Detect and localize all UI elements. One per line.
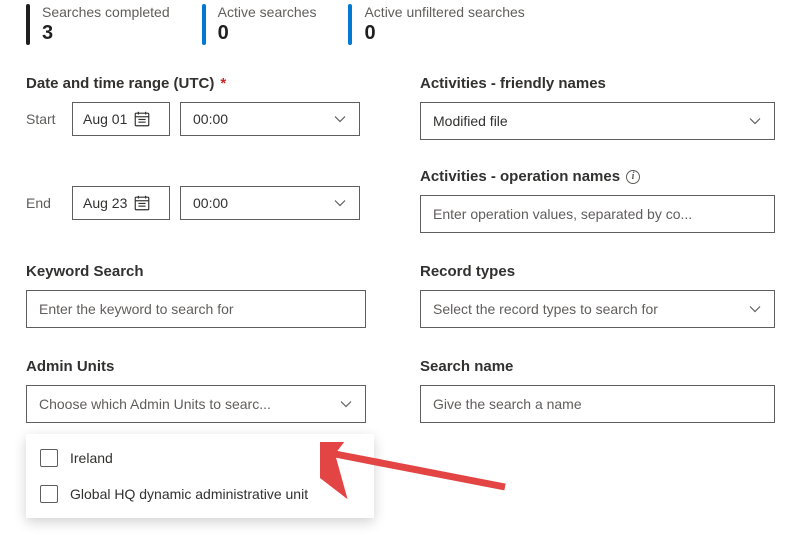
date-range-section: Date and time range (UTC) * Start Aug 01 (26, 75, 378, 233)
keyword-input[interactable] (26, 290, 366, 328)
stat-value: 0 (218, 22, 317, 45)
admin-units-placeholder: Choose which Admin Units to searc... (39, 396, 271, 412)
admin-units-select[interactable]: Choose which Admin Units to searc... (26, 385, 366, 423)
keyword-heading: Keyword Search (26, 263, 378, 280)
start-label: Start (26, 111, 62, 127)
stat-bar (202, 4, 206, 45)
end-label: End (26, 195, 62, 211)
stat-label: Active searches (218, 4, 317, 20)
info-icon[interactable]: i (626, 170, 640, 184)
end-date-picker[interactable]: Aug 23 (72, 186, 170, 220)
activities-friendly-section: Activities - friendly names Modified fil… (420, 75, 775, 140)
stat-label: Active unfiltered searches (364, 4, 524, 20)
search-name-input[interactable] (420, 385, 775, 423)
admin-units-heading: Admin Units (26, 358, 378, 375)
activities-operation-heading: Activities - operation names i (420, 168, 775, 185)
chevron-down-icon (333, 112, 347, 126)
record-types-select[interactable]: Select the record types to search for (420, 290, 775, 328)
search-name-section: Search name (420, 358, 775, 423)
chevron-down-icon (748, 114, 762, 128)
record-types-section: Record types Select the record types to … (420, 263, 775, 328)
calendar-icon (133, 194, 151, 212)
activities-operation-input[interactable] (420, 195, 775, 233)
date-range-heading: Date and time range (UTC) * (26, 75, 378, 92)
start-time-value: 00:00 (193, 111, 228, 127)
chevron-down-icon (339, 397, 353, 411)
activities-column: Activities - friendly names Modified fil… (420, 75, 775, 233)
search-name-heading: Search name (420, 358, 775, 375)
heading-text: Date and time range (UTC) (26, 75, 214, 92)
heading-text: Activities - operation names (420, 168, 620, 185)
admin-units-section: Admin Units Choose which Admin Units to … (26, 358, 378, 423)
activities-friendly-heading: Activities - friendly names (420, 75, 775, 92)
stats-row: Searches completed 3 Active searches 0 A… (0, 0, 801, 55)
checkbox[interactable] (40, 449, 58, 467)
stat-bar (348, 4, 352, 45)
chevron-down-icon (748, 302, 762, 316)
start-time-picker[interactable]: 00:00 (180, 102, 360, 136)
end-date-value: Aug 23 (83, 195, 127, 211)
end-time-value: 00:00 (193, 195, 228, 211)
required-asterisk: * (220, 75, 226, 92)
option-label: Global HQ dynamic administrative unit (70, 486, 308, 502)
admin-units-option-ireland[interactable]: Ireland (26, 440, 374, 476)
chevron-down-icon (333, 196, 347, 210)
start-date-value: Aug 01 (83, 111, 127, 127)
stat-value: 0 (364, 22, 524, 45)
keyword-section: Keyword Search (26, 263, 378, 328)
stat-active-unfiltered-searches: Active unfiltered searches 0 (348, 4, 524, 45)
record-types-heading: Record types (420, 263, 775, 280)
checkbox[interactable] (40, 485, 58, 503)
activities-friendly-value: Modified file (433, 113, 508, 129)
record-types-placeholder: Select the record types to search for (433, 301, 658, 317)
admin-units-dropdown-panel[interactable]: Ireland Global HQ dynamic administrative… (26, 434, 374, 518)
activities-friendly-select[interactable]: Modified file (420, 102, 775, 140)
stat-active-searches: Active searches 0 (202, 4, 317, 45)
activities-operation-section: Activities - operation names i (420, 168, 775, 233)
stat-bar (26, 4, 30, 45)
end-time-picker[interactable]: 00:00 (180, 186, 360, 220)
option-label: Ireland (70, 450, 113, 466)
stat-value: 3 (42, 22, 170, 45)
start-row: Start Aug 01 00 (26, 102, 378, 136)
start-date-picker[interactable]: Aug 01 (72, 102, 170, 136)
stat-searches-completed: Searches completed 3 (26, 4, 170, 45)
calendar-icon (133, 110, 151, 128)
stat-label: Searches completed (42, 4, 170, 20)
end-row: End Aug 23 00:0 (26, 186, 378, 220)
admin-units-option-global-hq[interactable]: Global HQ dynamic administrative unit (26, 476, 374, 512)
